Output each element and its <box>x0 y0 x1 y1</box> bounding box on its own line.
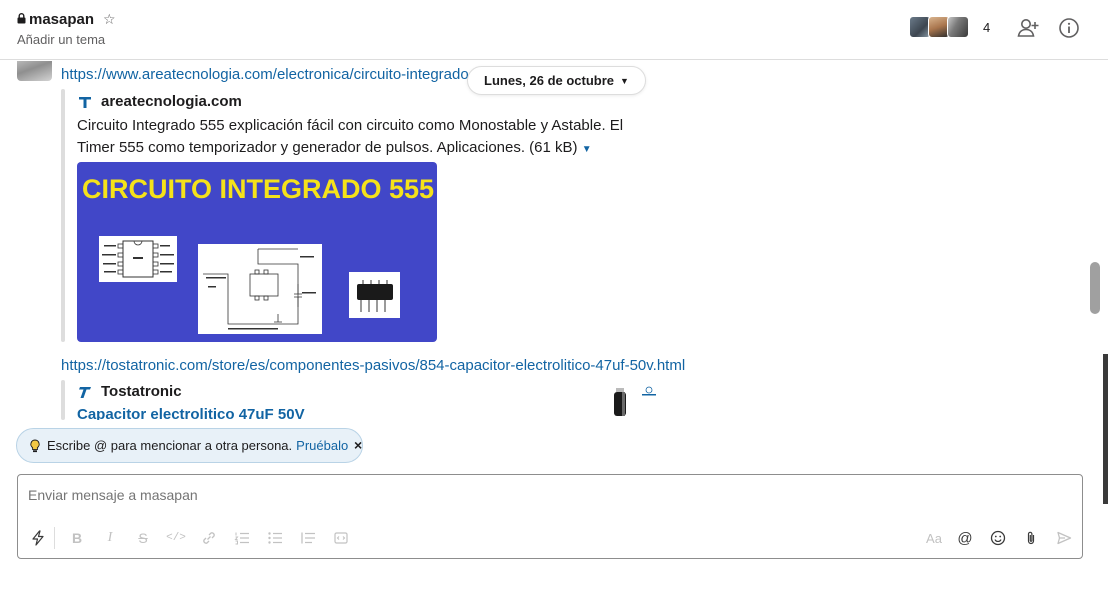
date-label: Lunes, 26 de octubre <box>484 73 615 88</box>
lock-icon <box>17 13 26 24</box>
message-link[interactable]: https://www.areatecnologia.com/electroni… <box>61 66 471 83</box>
preview-title: CIRCUITO INTEGRADO 555 <box>81 174 435 204</box>
description-text: Circuito Integrado 555 explicación fácil… <box>77 117 624 156</box>
chip-pinout-diagram <box>99 236 177 282</box>
site-logo-icon <box>79 96 91 108</box>
chevron-down-icon: ▼ <box>620 75 629 86</box>
add-member-icon[interactable] <box>1016 16 1040 40</box>
strike-icon[interactable]: S <box>134 529 152 547</box>
attachment-description: Circuito Integrado 555 explicación fácil… <box>77 115 637 161</box>
site-name: areatecnologia.com <box>101 93 242 110</box>
toolbar-divider <box>54 527 55 549</box>
message-input[interactable] <box>28 487 1068 503</box>
attachment-site: Tostatronic <box>77 383 182 400</box>
mention-hint: Escribe @ para mencionar a otra persona.… <box>16 428 364 463</box>
format-toggle-icon[interactable]: Aa <box>923 529 945 547</box>
bold-icon[interactable]: B <box>68 529 86 547</box>
mention-icon[interactable]: @ <box>956 529 974 547</box>
avatar <box>947 16 969 38</box>
link-preview-image[interactable]: CIRCUITO INTEGRADO 555 <box>77 162 437 342</box>
circuit-schematic <box>198 244 322 334</box>
member-count[interactable]: 4 <box>983 20 990 35</box>
message-list-clip <box>0 420 1090 425</box>
message-composer: B I S </> Aa @ <box>17 474 1083 559</box>
bulb-icon <box>30 439 40 452</box>
hint-text: Escribe @ para mencionar a otra persona. <box>47 438 293 453</box>
italic-icon[interactable]: I <box>101 529 119 547</box>
attachment-bar <box>61 89 65 342</box>
code-icon[interactable]: </> <box>166 529 186 547</box>
ordered-list-icon[interactable] <box>233 529 251 547</box>
site-name: Tostatronic <box>101 383 182 400</box>
link-icon[interactable] <box>200 529 218 547</box>
avatar[interactable] <box>17 61 52 81</box>
info-icon[interactable] <box>1058 17 1080 39</box>
attach-icon[interactable] <box>1022 529 1040 547</box>
ic-photo <box>349 272 400 318</box>
close-icon[interactable]: × <box>354 437 362 453</box>
scrollbar-thumb[interactable] <box>1090 262 1100 314</box>
attachment-bar <box>61 380 65 420</box>
emoji-icon[interactable] <box>989 529 1007 547</box>
code-block-icon[interactable] <box>332 529 350 547</box>
channel-header: masapan ☆ Añadir un tema 4 <box>0 0 1108 60</box>
channel-topic[interactable]: Añadir un tema <box>17 32 105 47</box>
star-icon[interactable]: ☆ <box>103 11 116 28</box>
message-link[interactable]: https://tostatronic.com/store/es/compone… <box>61 357 685 374</box>
hint-try-link[interactable]: Pruébalo <box>296 438 348 453</box>
attachment-site: areatecnologia.com <box>77 93 242 110</box>
date-divider[interactable]: Lunes, 26 de octubre ▼ <box>467 66 646 95</box>
site-logo-icon <box>79 386 91 398</box>
channel-title[interactable]: masapan ☆ <box>17 11 116 28</box>
chevron-down-icon[interactable]: ▼ <box>582 144 592 155</box>
send-icon[interactable] <box>1055 529 1073 547</box>
member-avatars[interactable] <box>909 16 969 38</box>
bullet-list-icon[interactable] <box>266 529 284 547</box>
blockquote-icon[interactable] <box>299 529 317 547</box>
channel-name: masapan <box>29 11 95 28</box>
window-edge <box>1103 354 1108 504</box>
shortcuts-icon[interactable] <box>29 529 47 547</box>
composer-toolbar: B I S </> Aa @ <box>18 527 1082 553</box>
capacitor-thumbnail[interactable] <box>584 384 660 420</box>
